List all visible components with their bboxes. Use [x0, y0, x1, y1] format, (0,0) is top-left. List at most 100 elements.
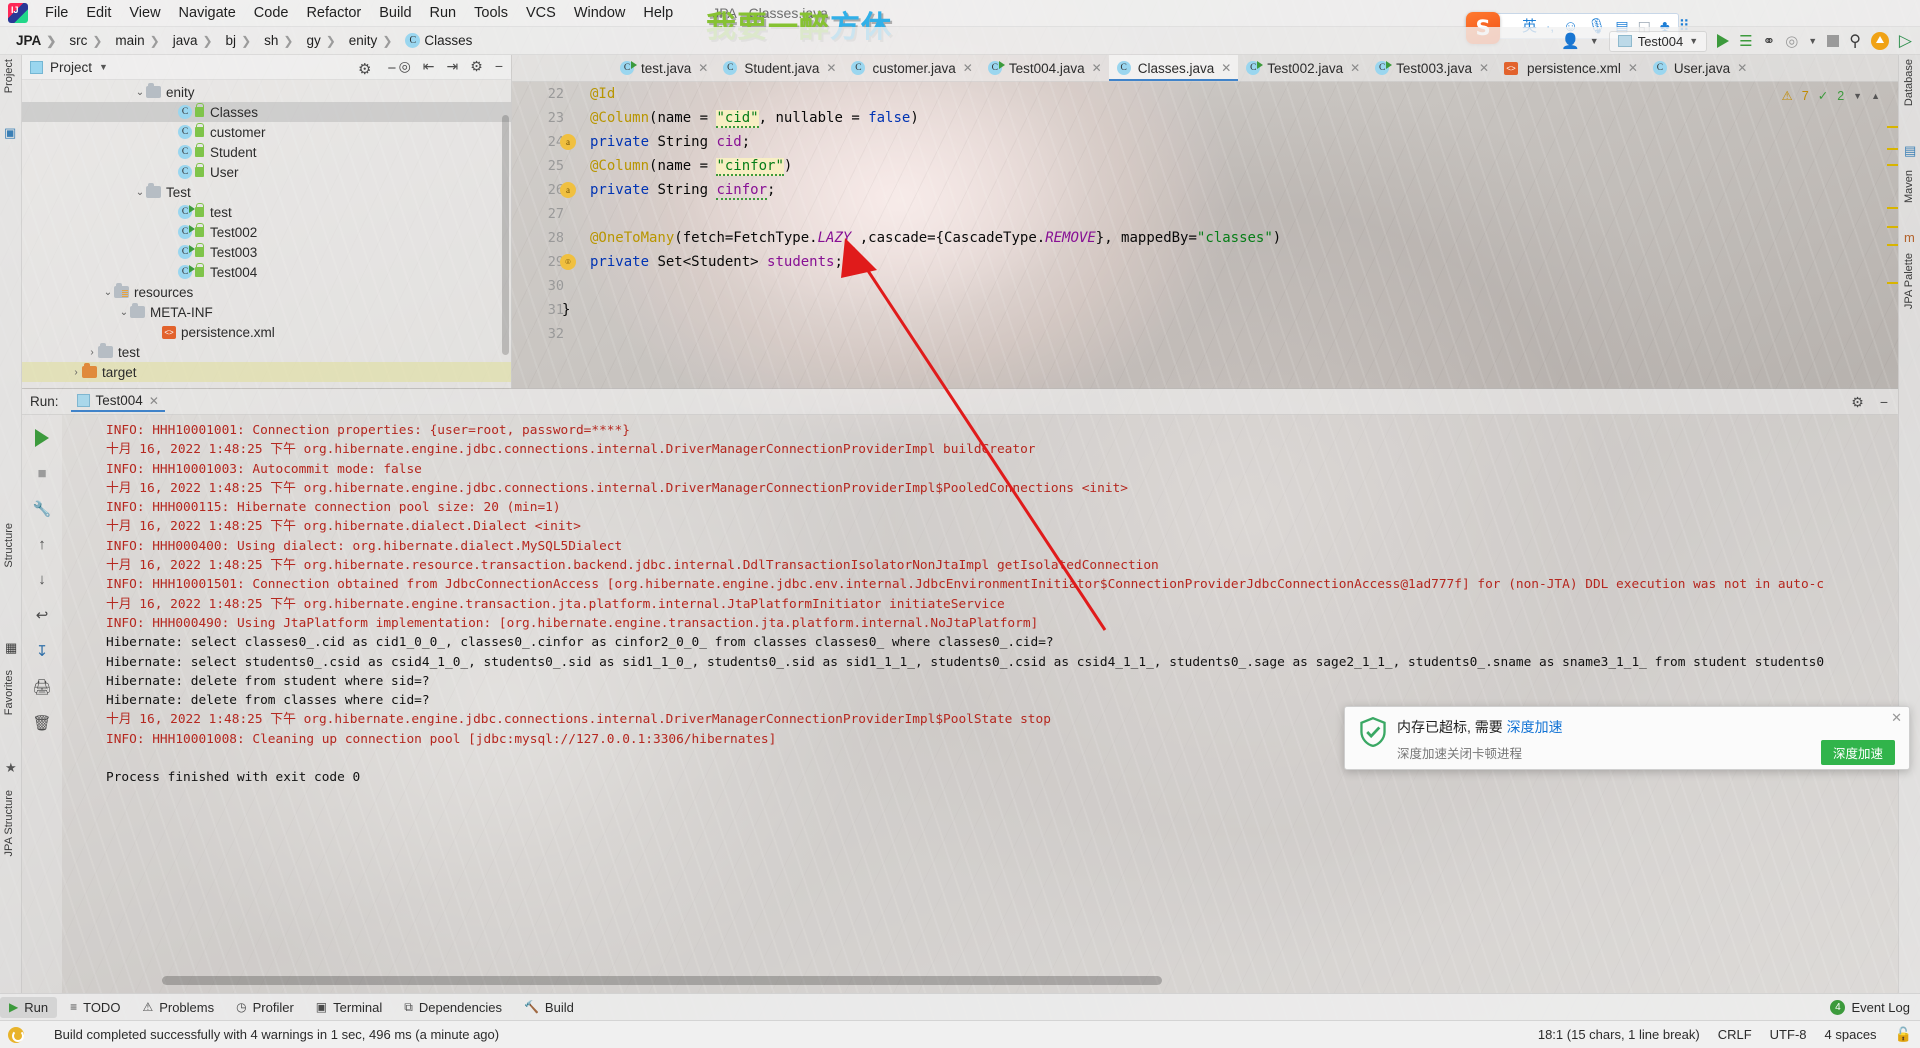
bottom-bar-item-problems[interactable]: ⚠ Problems: [133, 997, 223, 1018]
close-icon[interactable]: ✕: [1737, 61, 1747, 75]
tree-node-test[interactable]: Ctest: [22, 202, 511, 222]
hide-window-icon[interactable]: −: [495, 58, 503, 75]
ide-assistant-button[interactable]: ▷: [1899, 31, 1912, 51]
menu-item-view[interactable]: View: [120, 2, 169, 24]
close-icon[interactable]: ✕: [1092, 61, 1102, 75]
user-account-icon[interactable]: 👤: [1561, 32, 1580, 50]
close-icon[interactable]: ✕: [1891, 710, 1902, 726]
breadcrumb-item-src[interactable]: src ❯: [63, 33, 109, 48]
chevron-up-icon[interactable]: ▲: [1871, 91, 1880, 101]
structure-tool-icon[interactable]: ▦: [5, 640, 17, 656]
editor-tab-customer-java[interactable]: Ccustomer.java ✕: [843, 55, 979, 81]
project-tree-scrollbar[interactable]: [502, 115, 509, 355]
editor-tab-test003-java[interactable]: C Test003.java ✕: [1367, 55, 1496, 81]
breadcrumb-item-classes[interactable]: C Classes: [399, 33, 474, 48]
editor-gutter[interactable]: 22 23 24 a 25 26 a 27 28 29 ⌾ 30 31 32: [512, 82, 576, 388]
bottom-bar-item-dependencies[interactable]: ⧉ Dependencies: [395, 997, 511, 1018]
editor-tab-test002-java[interactable]: C Test002.java ✕: [1238, 55, 1367, 81]
close-icon[interactable]: ✕: [149, 394, 159, 408]
breadcrumb-item-bj[interactable]: bj ❯: [220, 33, 259, 48]
breadcrumb-item-enity[interactable]: enity ❯: [343, 33, 400, 48]
close-icon[interactable]: ✕: [1628, 61, 1638, 75]
bottom-bar-item-run[interactable]: ▶ Run: [0, 996, 58, 1018]
breadcrumb-item-jpa[interactable]: JPA ❯: [10, 33, 63, 48]
bottom-bar-item-terminal[interactable]: ▣ Terminal: [307, 997, 391, 1018]
sidebar-item-project[interactable]: Project: [3, 59, 15, 93]
editor-tab-classes-java[interactable]: C Classes.java ✕: [1108, 55, 1239, 81]
close-icon[interactable]: ✕: [1350, 61, 1360, 75]
stop-button[interactable]: [1827, 35, 1840, 47]
bottom-bar-item-todo[interactable]: ≡ TODO: [61, 997, 129, 1018]
tree-node-classes[interactable]: C Classes: [22, 102, 511, 122]
menu-item-edit[interactable]: Edit: [77, 2, 120, 24]
chevron-down-icon[interactable]: ⌄: [118, 307, 130, 318]
collapse-all-icon[interactable]: ⇤: [423, 58, 435, 75]
menu-item-run[interactable]: Run: [421, 2, 466, 24]
scroll-to-end-icon[interactable]: ↧: [36, 642, 49, 660]
tree-node-meta-inf[interactable]: ⌄ META-INF: [22, 302, 511, 322]
tree-node-student[interactable]: C Student: [22, 142, 511, 162]
event-log-widget[interactable]: 4 Event Log: [1830, 999, 1910, 1015]
chevron-down-icon[interactable]: ⌄: [134, 87, 146, 98]
run-tab-test004[interactable]: Test004 ✕: [70, 391, 165, 412]
hide-editor-icon[interactable]: −: [387, 60, 396, 78]
tree-node-resources[interactable]: ⌄ resources: [22, 282, 511, 302]
close-icon[interactable]: ✕: [826, 61, 836, 75]
sidebar-item-jpa-palette[interactable]: JPA Palette: [1903, 253, 1915, 309]
clear-all-icon[interactable]: 🗑: [32, 714, 51, 732]
hide-window-icon[interactable]: −: [1880, 394, 1888, 411]
gutter-annotation-icon[interactable]: ⌾: [560, 254, 576, 270]
tree-node-customer[interactable]: Ccustomer: [22, 122, 511, 142]
inspection-widget[interactable]: ⚠ 7 ✓ 2 ▼ ▲: [1782, 88, 1880, 104]
run-configuration-selector[interactable]: Test004 ▼: [1608, 30, 1708, 52]
tree-node-target[interactable]: › target: [22, 362, 511, 382]
maven-icon[interactable]: m: [1904, 230, 1915, 245]
editor-tab-persistence-xml[interactable]: <> persistence.xml ✕: [1496, 55, 1645, 81]
arrow-down-icon[interactable]: ↓: [38, 571, 46, 588]
settings-gear-icon[interactable]: ⚙: [470, 58, 483, 75]
bottom-bar-item-build[interactable]: 🔨 Build: [515, 997, 583, 1018]
tree-node-test004[interactable]: C Test004: [22, 262, 511, 282]
close-icon[interactable]: ✕: [698, 61, 708, 75]
indent-setting[interactable]: 4 spaces: [1825, 1027, 1877, 1042]
tree-node-test003[interactable]: C Test003: [22, 242, 511, 262]
favorites-star-icon[interactable]: ★: [5, 760, 17, 776]
file-encoding[interactable]: UTF-8: [1770, 1027, 1807, 1042]
chevron-down-icon[interactable]: ▼: [99, 62, 108, 72]
memory-notification-toast[interactable]: 内存已超标, 需要 深度加速 深度加速关闭卡顿进程 深度加速 ✕: [1344, 706, 1910, 770]
update-project-button[interactable]: [1870, 32, 1889, 50]
database-icon[interactable]: ▤: [1904, 143, 1916, 159]
chevron-right-icon[interactable]: ›: [70, 367, 82, 378]
editor-tab-student-java[interactable]: C Student.java ✕: [715, 55, 843, 81]
arrow-up-icon[interactable]: ↑: [38, 536, 46, 553]
gutter-annotation-icon[interactable]: a: [560, 182, 576, 198]
sidebar-item-jpa-structure[interactable]: JPA Structure: [3, 790, 15, 856]
editor-code-area[interactable]: @Id @Column(name = "cid", nullable = fal…: [562, 82, 1281, 346]
chevron-down-icon[interactable]: ▼: [1689, 36, 1698, 46]
run-coverage-button[interactable]: ◎: [1785, 32, 1798, 50]
close-icon[interactable]: ✕: [1221, 61, 1231, 75]
expand-all-icon[interactable]: ⇥: [447, 58, 459, 75]
tree-node-persistence-xml[interactable]: <> persistence.xml: [22, 322, 511, 342]
tree-node-test002[interactable]: C Test002: [22, 222, 511, 242]
sidebar-item-maven[interactable]: Maven: [1903, 170, 1915, 203]
menu-item-window[interactable]: Window: [565, 2, 635, 24]
settings-gear-icon[interactable]: ⚙: [358, 60, 371, 78]
print-icon[interactable]: 🖨: [32, 678, 51, 696]
editor-tab-user-java[interactable]: C User.java ✕: [1645, 55, 1754, 81]
sidebar-item-database[interactable]: Database: [1903, 59, 1915, 106]
chevron-down-icon[interactable]: ▼: [1590, 36, 1599, 46]
build-button[interactable]: ☰: [1739, 32, 1752, 50]
caret-position[interactable]: 18:1 (15 chars, 1 line break): [1538, 1027, 1700, 1042]
console-output[interactable]: INFO: HHH10001001: Connection properties…: [66, 415, 1894, 975]
line-separator[interactable]: CRLF: [1718, 1027, 1752, 1042]
sidebar-item-structure[interactable]: Structure: [3, 523, 15, 568]
code-editor[interactable]: 22 23 24 a 25 26 a 27 28 29 ⌾ 30 31 32 @Id @Column(na…: [512, 82, 1898, 388]
sync-icon[interactable]: [8, 1026, 24, 1043]
breadcrumb-item-java[interactable]: java ❯: [167, 33, 220, 48]
tree-node-user[interactable]: C User: [22, 162, 511, 182]
stop-button-side[interactable]: ■: [37, 465, 46, 482]
project-tool-icon[interactable]: ▣: [4, 125, 16, 141]
menu-item-vcs[interactable]: VCS: [517, 2, 565, 24]
chevron-down-icon[interactable]: ▼: [1808, 36, 1817, 46]
